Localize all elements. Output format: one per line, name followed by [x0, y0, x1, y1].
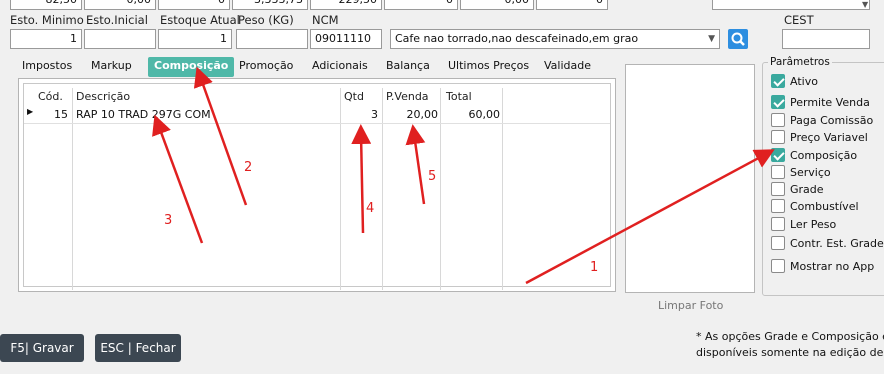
annotation-label-1: 1 [590, 260, 599, 275]
arrow-4 [351, 124, 372, 234]
arrow-2 [193, 66, 248, 206]
arrow-5 [405, 124, 426, 205]
annotation-label-4: 4 [366, 201, 375, 216]
annotation-arrows [152, 66, 775, 285]
annotation-label-3: 3 [164, 213, 173, 228]
annotation-label-2: 2 [244, 160, 253, 175]
arrow-1 [525, 149, 775, 285]
annotation-label-5: 5 [428, 169, 437, 184]
